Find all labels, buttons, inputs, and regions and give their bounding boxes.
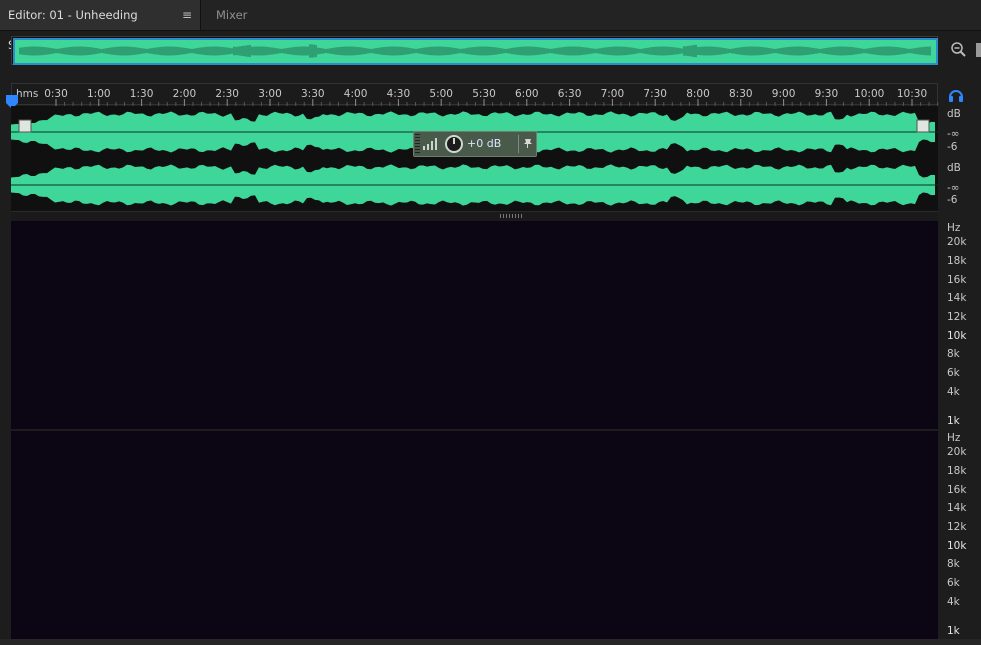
hud-grip[interactable] [415, 134, 420, 154]
waveform-editor[interactable] [11, 106, 938, 211]
volume-knob-icon[interactable] [445, 135, 463, 153]
overview-waveform[interactable] [11, 36, 938, 65]
ruler-tick-label: 3:30 [301, 88, 325, 100]
overview-waveform-graphic [13, 38, 938, 65]
ruler-tick-label: 1:30 [130, 88, 154, 100]
ruler-tick-label: 9:30 [815, 88, 839, 100]
ruler-tick-label: 6:30 [558, 88, 582, 100]
frequency-tick-label: 10k [947, 330, 967, 342]
frequency-tick-label: 4k [947, 596, 960, 608]
ruler-unit-label: hms [16, 88, 38, 100]
frequency-tick-label: 20k [947, 446, 967, 458]
status-strip [0, 639, 981, 645]
frequency-unit-label: Hz [947, 432, 961, 444]
waveform-graphic [11, 111, 938, 206]
ruler-tick-label: 8:30 [729, 88, 753, 100]
ruler-tick-label: 10:00 [854, 88, 884, 100]
tab-mixer[interactable]: Mixer [208, 0, 255, 30]
time-ruler-graphic: hms 0:30 1:00 1:30 2:00 2:30 3:00 3:30 4:00 4:30 5… [16, 88, 939, 106]
frequency-tick-label: 8k [947, 348, 960, 360]
frequency-unit-label: Hz [947, 222, 961, 234]
db-neg6-top: -6 [947, 141, 958, 153]
volume-value[interactable]: +0 dB [467, 137, 501, 150]
level-meter-icon [423, 138, 437, 150]
frequency-tick-label: 18k [947, 465, 967, 477]
ruler-tick-label: 5:30 [472, 88, 496, 100]
volume-hud[interactable]: +0 dB [413, 131, 537, 157]
tab-menu-icon[interactable]: ≡ [182, 0, 192, 30]
frequency-tick-label: 12k [947, 311, 967, 323]
frequency-tick-label: 20k [947, 236, 967, 248]
spectral-display-channel-2[interactable] [10, 431, 938, 639]
tab-editor[interactable]: Editor: 01 - Unheeding Sun.mp3 ≡ [0, 0, 201, 52]
ruler-tick-label: 4:00 [344, 88, 368, 100]
ruler-tick-label: 7:00 [601, 88, 625, 100]
frequency-tick-label: 14k [947, 292, 967, 304]
ruler-tick-label: 1:00 [87, 88, 111, 100]
frequency-tick-label: 16k [947, 274, 967, 286]
db-neg-inf-top: -∞ [947, 128, 960, 140]
db-unit-bottom: dB [947, 162, 961, 174]
ruler-tick-label: 3:00 [258, 88, 282, 100]
frequency-tick-label: 6k [947, 367, 960, 379]
frequency-scale-bottom: Hz 20k 18k 16k 14k 12k 10k 8k 6k 4k 1k [940, 431, 981, 639]
ruler-tick-label: 7:30 [643, 88, 667, 100]
ruler-tick-label: 2:30 [215, 88, 239, 100]
frequency-tick-label: 12k [947, 521, 967, 533]
pin-icon[interactable] [523, 137, 533, 149]
frequency-scale-top: Hz 20k 18k 16k 14k 12k 10k 8k 6k 4k 1k [940, 221, 981, 429]
frequency-tick-label: 4k [947, 386, 960, 398]
ruler-tick-label: 2:00 [173, 88, 197, 100]
ruler-tick-label: 6:00 [515, 88, 539, 100]
ruler-tick-label: 4:30 [387, 88, 411, 100]
frequency-tick-label: 1k [947, 625, 960, 637]
frequency-tick-label: 1k [947, 415, 960, 427]
overflow-handle-icon [976, 42, 981, 58]
db-unit-top: dB [947, 108, 961, 120]
frequency-tick-label: 10k [947, 540, 967, 552]
waveform-db-scale: dB -∞ -6 dB -∞ -6 [940, 106, 981, 211]
spectral-display-channel-1[interactable] [10, 221, 938, 429]
db-neg6-bottom: -6 [947, 194, 958, 206]
ruler-tick-label: 0:30 [44, 88, 68, 100]
frequency-tick-label: 14k [947, 502, 967, 514]
frequency-tick-label: 18k [947, 255, 967, 267]
spectral-background [11, 221, 938, 429]
ruler-tick-label: 9:00 [772, 88, 796, 100]
db-neg-inf-bottom: -∞ [947, 182, 960, 194]
frequency-tick-label: 6k [947, 577, 960, 589]
frequency-tick-label: 8k [947, 558, 960, 570]
frequency-tick-label: 16k [947, 484, 967, 496]
headphones-icon[interactable] [948, 87, 964, 103]
ruler-tick-label: 5:00 [429, 88, 453, 100]
splitter-grip[interactable] [500, 214, 524, 218]
ruler-tick-label: 8:00 [686, 88, 710, 100]
spectral-background [11, 431, 938, 639]
zoom-out-icon[interactable] [950, 41, 966, 57]
ruler-tick-label: 10:30 [897, 88, 927, 100]
time-ruler[interactable]: hms 0:30 1:00 1:30 2:00 2:30 3:00 3:30 4:00 4:30 5… [11, 83, 939, 106]
hud-divider [518, 135, 519, 153]
